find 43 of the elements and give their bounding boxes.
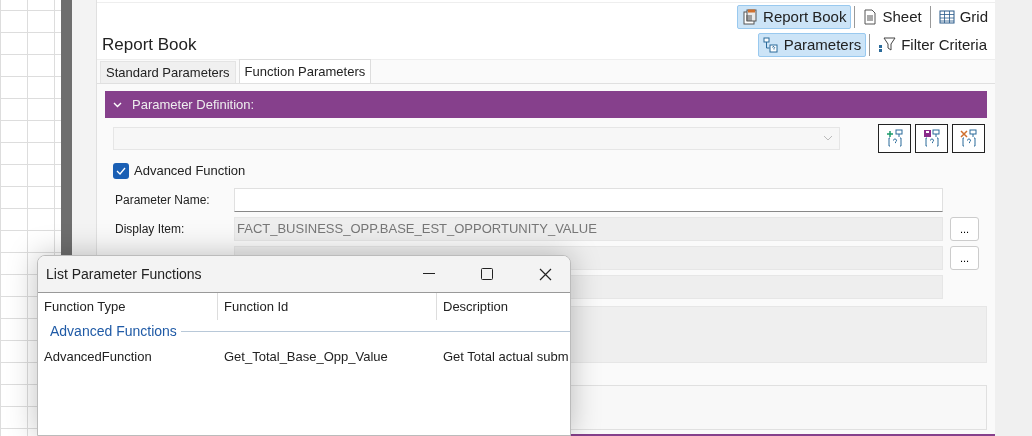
section-header[interactable]: Parameter Definition: — [105, 91, 987, 118]
toolbar-button[interactable]: Sheet — [858, 5, 927, 29]
toolbar-button[interactable]: Grid — [933, 5, 993, 29]
table-cell-text: Get Total actual subm — [442, 348, 570, 367]
sheet-icon — [863, 9, 878, 25]
chevron-down-icon — [113, 101, 122, 108]
column-header[interactable]: Function Id — [218, 293, 437, 320]
input-field[interactable]: FACT_BUSINESS_OPP.BASE_EST_OPPORTUNITY_VALUE — [234, 216, 943, 241]
table-cell-text: Get_Total_Base_Opp_Value — [223, 348, 389, 367]
add-parameter-button[interactable] — [878, 123, 911, 153]
dialog-title: List Parameter Functions — [46, 264, 202, 284]
report-book-icon — [742, 9, 759, 25]
input-field[interactable] — [234, 187, 943, 212]
delete-parameter-icon — [959, 129, 978, 147]
checkbox-label: Advanced Function — [134, 162, 246, 181]
maximize-icon — [481, 268, 493, 280]
section-title: Parameter Definition: — [132, 95, 255, 114]
column-header[interactable]: Description — [437, 293, 570, 320]
close-icon — [538, 267, 552, 281]
table-cell-text: AdvancedFunction — [43, 348, 153, 367]
minimize-icon — [423, 273, 435, 275]
field-label: Parameter Name: — [115, 192, 210, 207]
toolbar-button[interactable]: Filter Criteria — [873, 33, 992, 57]
toolbar-button[interactable]: Parameters — [757, 33, 867, 57]
delete-parameter-button[interactable] — [952, 123, 985, 153]
field-label: Display Item: — [115, 221, 185, 236]
add-parameter-icon — [885, 129, 904, 147]
tab[interactable]: Function Parameters — [238, 59, 372, 83]
toolbar-button[interactable]: Report Book — [737, 5, 852, 29]
tab[interactable]: Standard Parameters — [100, 61, 236, 83]
filter-icon — [878, 37, 897, 53]
checkbox[interactable] — [113, 163, 129, 179]
page-title: Report Book — [102, 34, 197, 57]
browse-button[interactable]: ... — [950, 216, 979, 241]
save-parameter-button[interactable] — [915, 123, 948, 153]
grid-icon — [938, 10, 955, 24]
parameters-icon — [762, 37, 779, 53]
browse-button[interactable]: ... — [950, 245, 979, 270]
chevron-down-icon — [823, 135, 833, 141]
column-header[interactable]: Function Type — [38, 293, 218, 320]
group-header: Advanced Functions — [50, 321, 177, 341]
check-icon — [116, 167, 126, 175]
save-parameter-icon — [922, 129, 941, 147]
